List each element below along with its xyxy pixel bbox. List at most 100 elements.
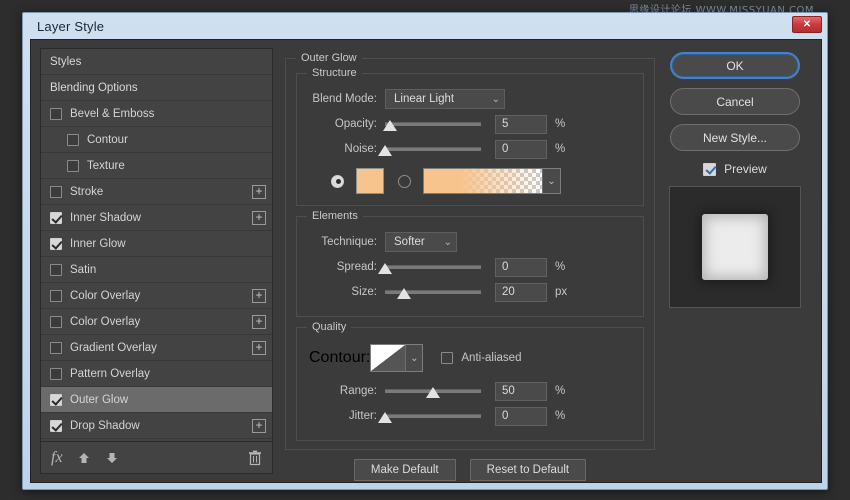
window-title: Layer Style [37, 19, 104, 34]
style-row-stroke[interactable]: Stroke+ [41, 179, 272, 205]
checkbox-unchecked-icon[interactable] [50, 264, 62, 276]
noise-slider-thumb[interactable] [378, 145, 392, 156]
add-effect-plus-icon[interactable]: + [252, 289, 266, 303]
checkbox-unchecked-icon[interactable] [50, 108, 62, 120]
jitter-unit: % [555, 410, 565, 422]
gradient-fill-radio[interactable] [398, 175, 411, 188]
style-row-styles[interactable]: Styles [41, 49, 272, 75]
color-fill-radio[interactable] [331, 175, 344, 188]
cancel-button[interactable]: Cancel [670, 88, 800, 115]
anti-aliased-label: Anti-aliased [461, 352, 521, 364]
technique-value: Softer [394, 236, 434, 248]
reset-to-default-button[interactable]: Reset to Default [470, 459, 586, 481]
contour-picker[interactable]: ⌄ [370, 344, 423, 372]
range-slider[interactable] [385, 381, 481, 401]
gradient-chevron-down-icon[interactable]: ⌄ [542, 169, 560, 193]
ok-button[interactable]: OK [670, 52, 800, 79]
noise-slider-track [385, 147, 481, 151]
add-effect-plus-icon[interactable]: + [252, 185, 266, 199]
noise-input[interactable]: 0 [495, 140, 547, 159]
style-row-inner-shadow[interactable]: Inner Shadow+ [41, 205, 272, 231]
spread-slider-thumb[interactable] [378, 263, 392, 274]
checkbox-unchecked-icon[interactable] [50, 368, 62, 380]
glow-fill-row: ⌄ [309, 167, 631, 195]
trash-icon[interactable] [248, 450, 262, 466]
blend-mode-row: Blend Mode: Linear Light ⌄ [309, 88, 631, 110]
style-row-label: Inner Glow [70, 238, 266, 250]
style-row-label: Outer Glow [70, 394, 266, 406]
make-default-button[interactable]: Make Default [354, 459, 456, 481]
range-unit: % [555, 385, 565, 397]
technique-select[interactable]: Softer ⌄ [385, 232, 457, 252]
close-icon[interactable]: ✕ [792, 16, 822, 33]
jitter-label: Jitter: [309, 410, 385, 422]
spread-slider-track [385, 265, 481, 269]
add-effect-plus-icon[interactable]: + [252, 315, 266, 329]
checkbox-checked-icon[interactable] [50, 420, 62, 432]
range-slider-thumb[interactable] [426, 387, 440, 398]
style-row-inner-glow[interactable]: Inner Glow [41, 231, 272, 257]
spread-label: Spread: [309, 261, 385, 273]
style-row-label: Contour [87, 134, 266, 146]
checkbox-unchecked-icon[interactable] [50, 342, 62, 354]
size-slider[interactable] [385, 282, 481, 302]
spread-input[interactable]: 0 [495, 258, 547, 277]
checkbox-checked-icon[interactable] [50, 212, 62, 224]
add-effect-plus-icon[interactable]: + [252, 211, 266, 225]
style-row-satin[interactable]: Satin [41, 257, 272, 283]
range-label: Range: [309, 385, 385, 397]
range-input[interactable]: 50 [495, 382, 547, 401]
checkbox-checked-icon[interactable] [50, 394, 62, 406]
style-row-color-overlay[interactable]: Color Overlay+ [41, 309, 272, 335]
spread-slider[interactable] [385, 257, 481, 277]
style-row-label: Styles [50, 56, 266, 68]
style-row-label: Gradient Overlay [70, 342, 252, 354]
jitter-slider[interactable] [385, 406, 481, 426]
preview-checkbox[interactable]: Preview [703, 162, 767, 176]
style-row-pattern-overlay[interactable]: Pattern Overlay [41, 361, 272, 387]
opacity-slider-thumb[interactable] [383, 120, 397, 131]
style-row-label: Texture [87, 160, 266, 172]
contour-chevron-down-icon[interactable]: ⌄ [405, 345, 422, 371]
opacity-input[interactable]: 5 [495, 115, 547, 134]
noise-unit: % [555, 143, 565, 155]
checkbox-unchecked-icon[interactable] [50, 316, 62, 328]
anti-aliased-box [441, 352, 453, 364]
size-slider-thumb[interactable] [397, 288, 411, 299]
styles-list[interactable]: Styles Blending OptionsBevel & Emboss Cont… [40, 48, 273, 442]
add-effect-plus-icon[interactable]: + [252, 419, 266, 433]
move-down-icon[interactable] [105, 451, 119, 465]
elements-legend: Elements [307, 210, 363, 222]
checkbox-unchecked-icon[interactable] [67, 160, 79, 172]
blend-mode-select[interactable]: Linear Light ⌄ [385, 89, 505, 109]
style-row-contour[interactable]: Contour [41, 127, 272, 153]
quality-legend: Quality [307, 321, 351, 333]
style-row-bevel-emboss[interactable]: Bevel & Emboss [41, 101, 272, 127]
new-style-button[interactable]: New Style... [670, 124, 800, 151]
checkbox-unchecked-icon[interactable] [50, 290, 62, 302]
noise-slider[interactable] [385, 139, 481, 159]
jitter-slider-thumb[interactable] [378, 412, 392, 423]
jitter-input[interactable]: 0 [495, 407, 547, 426]
add-effect-plus-icon[interactable]: + [252, 341, 266, 355]
style-row-outer-glow[interactable]: Outer Glow [41, 387, 272, 413]
glow-color-swatch[interactable] [356, 168, 384, 194]
style-row-texture[interactable]: Texture [41, 153, 272, 179]
style-row-color-overlay[interactable]: Color Overlay+ [41, 283, 272, 309]
window-titlebar[interactable]: Layer Style ✕ [23, 13, 827, 39]
glow-gradient-picker[interactable]: ⌄ [423, 168, 561, 194]
spread-unit: % [555, 261, 565, 273]
outer-glow-group: Outer Glow Structure Blend Mode: Linear … [285, 58, 655, 450]
checkbox-unchecked-icon[interactable] [67, 134, 79, 146]
fx-icon[interactable]: fx [51, 449, 63, 467]
anti-aliased-checkbox[interactable]: Anti-aliased [441, 352, 521, 364]
checkbox-unchecked-icon[interactable] [50, 186, 62, 198]
style-row-label: Pattern Overlay [70, 368, 266, 380]
size-input[interactable]: 20 [495, 283, 547, 302]
checkbox-checked-icon[interactable] [50, 238, 62, 250]
style-row-blending-options[interactable]: Blending Options [41, 75, 272, 101]
style-row-drop-shadow[interactable]: Drop Shadow+ [41, 413, 272, 439]
opacity-slider[interactable] [385, 114, 481, 134]
style-row-gradient-overlay[interactable]: Gradient Overlay+ [41, 335, 272, 361]
move-up-icon[interactable] [77, 451, 91, 465]
